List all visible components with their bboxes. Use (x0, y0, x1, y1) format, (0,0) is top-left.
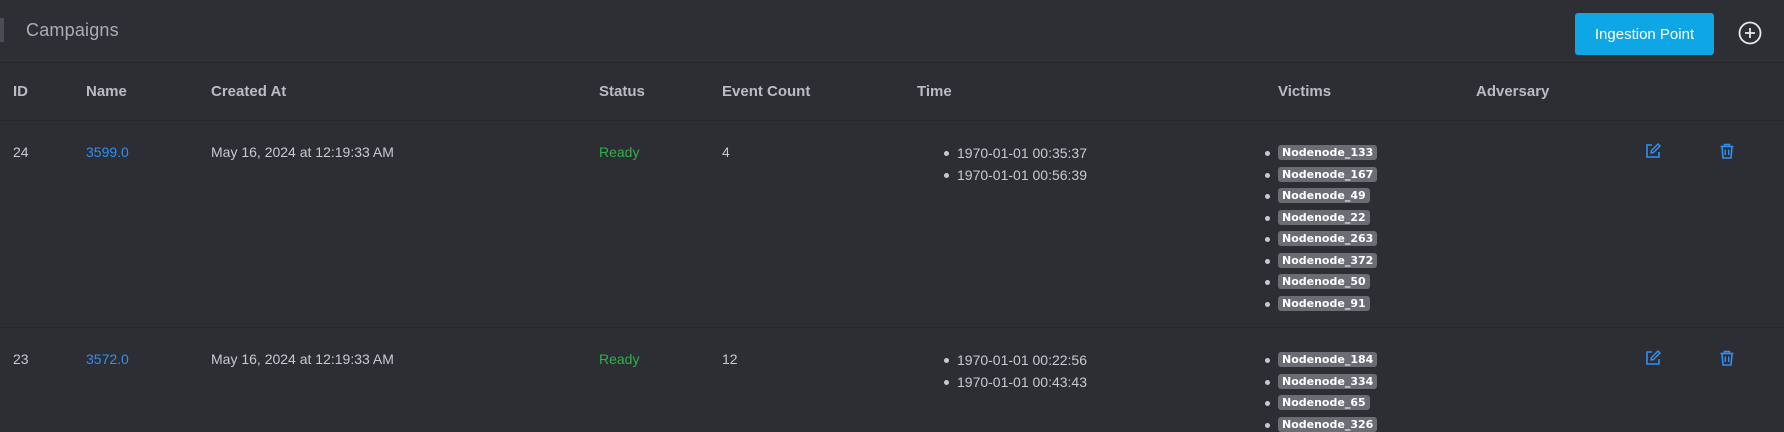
time-item: 1970-01-01 00:43:43 (944, 371, 1087, 393)
status-text: Ready (599, 351, 640, 367)
ingestion-point-button[interactable]: Ingestion Point (1575, 13, 1714, 55)
event-count: 12 (722, 351, 738, 367)
time-item: 1970-01-01 00:56:39 (944, 164, 1087, 186)
victim-list: Nodenode_184 Nodenode_334 Nodenode_65 No… (1265, 350, 1378, 432)
victim-list: Nodenode_133 Nodenode_167 Nodenode_49 No… (1265, 143, 1378, 316)
victim-item: Nodenode_49 (1265, 186, 1377, 208)
victim-item: Nodenode_326 (1265, 415, 1378, 432)
table-row: 23 3572.0 May 16, 2024 at 12:19:33 AM Re… (0, 328, 1784, 432)
victim-item: Nodenode_167 (1265, 165, 1378, 187)
column-header-created-at[interactable]: Created At (211, 83, 286, 100)
created-at: May 16, 2024 at 12:19:33 AM (211, 144, 394, 160)
victim-item: Nodenode_133 (1265, 143, 1378, 165)
time-item: 1970-01-01 00:22:56 (944, 349, 1087, 371)
column-header-time[interactable]: Time (917, 83, 952, 100)
time-list: 1970-01-01 00:22:56 1970-01-01 00:43:43 (944, 349, 1087, 393)
column-header-name[interactable]: Name (86, 83, 127, 100)
header-edge-marker (0, 18, 4, 42)
victim-item: Nodenode_334 (1265, 372, 1378, 394)
victim-item: Nodenode_65 (1265, 393, 1377, 415)
victim-badge: Nodenode_91 (1278, 295, 1370, 311)
victim-badge: Nodenode_263 (1278, 231, 1378, 246)
row-id: 23 (13, 351, 29, 367)
campaign-name-link[interactable]: 3599.0 (86, 144, 129, 160)
victim-item: Nodenode_50 (1265, 272, 1377, 294)
victim-badge: Nodenode_184 (1278, 352, 1378, 367)
column-header-id[interactable]: ID (13, 83, 28, 100)
time-item: 1970-01-01 00:35:37 (944, 142, 1087, 164)
victim-badge: Nodenode_22 (1278, 209, 1370, 225)
trash-icon[interactable] (1718, 349, 1736, 367)
column-header-victims[interactable]: Victims (1278, 83, 1331, 100)
edit-icon[interactable] (1644, 142, 1662, 160)
campaign-name-link[interactable]: 3572.0 (86, 351, 129, 367)
created-at: May 16, 2024 at 12:19:33 AM (211, 351, 394, 367)
event-count: 4 (722, 144, 730, 160)
victim-badge: Nodenode_50 (1278, 274, 1370, 289)
victim-item: Nodenode_184 (1265, 350, 1378, 372)
campaigns-page: Campaigns Ingestion Point ID Name Create… (0, 0, 1784, 432)
victim-item: Nodenode_22 (1265, 208, 1377, 230)
edit-icon[interactable] (1644, 349, 1662, 367)
plus-circle-icon[interactable] (1737, 20, 1763, 46)
victim-badge: Nodenode_326 (1278, 416, 1378, 432)
victim-badge: Nodenode_49 (1278, 188, 1370, 203)
page-title: Campaigns (26, 20, 119, 40)
trash-icon[interactable] (1718, 142, 1736, 160)
victim-badge: Nodenode_65 (1278, 395, 1370, 410)
table-row: 24 3599.0 May 16, 2024 at 12:19:33 AM Re… (0, 121, 1784, 328)
victim-badge: Nodenode_167 (1278, 166, 1378, 182)
table-header: ID Name Created At Status Event Count Ti… (0, 63, 1784, 121)
victim-item: Nodenode_372 (1265, 251, 1378, 273)
victim-item: Nodenode_91 (1265, 294, 1377, 316)
victim-badge: Nodenode_133 (1278, 145, 1378, 160)
column-header-event-count[interactable]: Event Count (722, 83, 810, 100)
page-header: Campaigns Ingestion Point (0, 0, 1784, 63)
victim-badge: Nodenode_372 (1278, 252, 1378, 268)
victim-item: Nodenode_263 (1265, 229, 1378, 251)
time-list: 1970-01-01 00:35:37 1970-01-01 00:56:39 (944, 142, 1087, 186)
row-id: 24 (13, 144, 29, 160)
column-header-status[interactable]: Status (599, 83, 645, 100)
status-text: Ready (599, 144, 640, 160)
victim-badge: Nodenode_334 (1278, 373, 1378, 389)
column-header-adversary[interactable]: Adversary (1476, 83, 1549, 100)
